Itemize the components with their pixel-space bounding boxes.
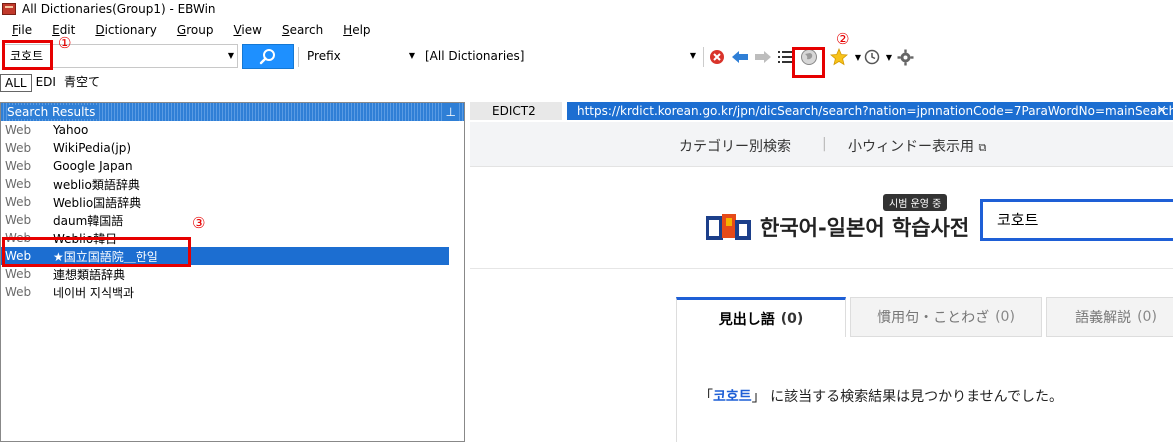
dictionary-tab-row: ALL EDI 青空て xyxy=(0,74,104,92)
result-row[interactable]: Web WikiPedia(jp) xyxy=(1,139,464,157)
result-source: Web xyxy=(5,159,32,173)
no-result-message: 「코호트」 に該当する検索結果は見つかりませんでした。 xyxy=(699,386,1063,406)
tab-idioms[interactable]: 慣用句・ことわざ (0) xyxy=(850,297,1042,337)
logo-text: 한국어-일본어 학습사전 xyxy=(760,216,970,240)
result-name: Weblio国語辞典 xyxy=(53,195,142,210)
result-row[interactable]: Web Google Japan xyxy=(1,157,464,175)
annotation-number-3: ③ xyxy=(192,214,206,232)
tab-edict2[interactable]: EDICT2 xyxy=(470,102,562,120)
result-row[interactable]: Web Yahoo xyxy=(1,121,464,139)
annotation-box-1 xyxy=(2,40,53,70)
panel-title: Search Results xyxy=(7,105,100,119)
tab-idioms-label: 慣用句・ことわざ xyxy=(877,310,990,326)
no-result-text: 」 に該当する検索結果は見つかりませんでした。 xyxy=(751,389,1063,405)
menu-group[interactable]: Group xyxy=(165,23,222,37)
beta-badge: 시범 운영 중 xyxy=(883,194,948,211)
chevron-down-icon: ▼ xyxy=(408,51,415,60)
menu-dictionary[interactable]: Dictionary xyxy=(83,23,165,37)
search-mode-value: Prefix xyxy=(307,49,341,63)
result-name: 連想類語辞典 xyxy=(53,267,126,282)
clock-icon[interactable] xyxy=(863,48,881,66)
result-source: Web xyxy=(5,195,32,209)
dict-tab-aozora[interactable]: 青空て xyxy=(60,74,104,92)
menu-help[interactable]: Help xyxy=(331,23,378,37)
search-icon xyxy=(259,48,275,64)
category-search-link[interactable]: カテゴリー別検索 xyxy=(679,136,791,156)
result-row[interactable]: Web 連想類語辞典 xyxy=(1,265,464,283)
result-name: weblio類語辞典 xyxy=(53,177,140,192)
result-name: Yahoo xyxy=(53,123,89,137)
result-row[interactable]: Web daum韓国語 xyxy=(1,211,464,229)
dictionary-logo[interactable]: 한국어-일본어 학습사전 xyxy=(706,212,969,242)
web-top-bar: カテゴリー別検索 | 小ウィンドー表示用 ⧉ xyxy=(470,122,1173,167)
dict-tab-all[interactable]: ALL xyxy=(0,74,32,92)
dictionary-group-select[interactable]: [All Dictionaries] ▼ xyxy=(420,44,700,68)
star-icon[interactable] xyxy=(830,48,848,66)
result-source: Web xyxy=(5,123,32,137)
menu-file[interactable]: File xyxy=(0,23,40,37)
tab-count: (0) xyxy=(780,310,804,327)
search-mode-select[interactable]: Prefix ▼ xyxy=(301,44,417,68)
search-button[interactable] xyxy=(242,44,294,69)
title-bar: All Dictionaries(Group1) - EBWin xyxy=(0,0,1173,18)
mini-window-link[interactable]: 小ウィンドー表示用 ⧉ xyxy=(848,136,986,156)
tab-headwords[interactable]: 見出し語 (0) xyxy=(676,297,846,337)
divider xyxy=(470,268,1173,269)
back-arrow-icon[interactable] xyxy=(731,48,749,66)
tab-definitions[interactable]: 語義解説 (0) xyxy=(1046,297,1173,337)
dictionary-search-input[interactable]: 코호트 xyxy=(980,199,1173,241)
forward-arrow-icon[interactable] xyxy=(754,48,772,66)
gear-icon[interactable] xyxy=(896,48,914,66)
result-name: 네이버 지식백과 xyxy=(53,285,135,300)
result-source: Web xyxy=(5,267,32,281)
tab-headwords-label: 見出し語 xyxy=(718,311,775,328)
search-term-link[interactable]: 코호트 xyxy=(713,389,752,405)
logo-mark-icon xyxy=(706,214,751,240)
toolbar: 코호트 ▼ Prefix ▼ [All Dictionaries] ▼ ▼ ▼ xyxy=(0,42,1173,72)
pin-icon[interactable]: ⊥ xyxy=(443,103,458,121)
window-title: All Dictionaries(Group1) - EBWin xyxy=(22,2,216,16)
annotation-box-3 xyxy=(2,237,191,267)
result-source: Web xyxy=(5,177,32,191)
result-row[interactable]: Web 네이버 지식백과 xyxy=(1,283,464,301)
dict-tab-edi[interactable]: EDI xyxy=(32,74,60,92)
result-name: WikiPedia(jp) xyxy=(53,141,132,155)
app-icon xyxy=(2,3,16,15)
chevron-down-icon[interactable]: ▼ xyxy=(228,45,234,67)
tab-count: (0) xyxy=(995,309,1015,325)
result-source: Web xyxy=(5,285,32,299)
result-name: daum韓国語 xyxy=(53,213,124,228)
annotation-box-2 xyxy=(792,47,825,78)
menu-search[interactable]: Search xyxy=(270,23,331,37)
result-source: Web xyxy=(5,141,32,155)
search-results-panel: Search Results ⊥ Web Yahoo Web WikiPedia(j… xyxy=(0,102,465,442)
chevron-down-icon: ▼ xyxy=(689,51,696,60)
result-row[interactable]: Web weblio類語辞典 xyxy=(1,175,464,193)
tab-definitions-label: 語義解説 xyxy=(1075,310,1132,326)
annotation-number-1: ① xyxy=(58,34,72,52)
menu-view[interactable]: View xyxy=(221,23,269,37)
toolbar-divider xyxy=(703,47,704,67)
menu-bar: File Edit Dictionary Group View Search H… xyxy=(0,20,379,40)
stop-icon[interactable] xyxy=(708,48,726,66)
tab-url-label: https://krdict.korean.go.kr/jpn/dicSearc… xyxy=(577,104,1173,118)
mini-window-label: 小ウィンドー表示用 xyxy=(848,139,974,155)
content-tab-bar: EDICT2 https://krdict.korean.go.kr/jpn/d… xyxy=(470,102,1173,120)
close-icon[interactable]: × xyxy=(1156,102,1167,120)
result-source: Web xyxy=(5,213,32,227)
quote-open: 「 xyxy=(699,389,713,405)
web-view: カテゴリー別検索 | 小ウィンドー表示用 ⧉ 한국어-일본어 학습사전 시범 운… xyxy=(470,122,1173,442)
tab-count: (0) xyxy=(1137,309,1157,325)
dictionary-group-value: [All Dictionaries] xyxy=(425,49,525,63)
toolbar-divider xyxy=(298,47,299,67)
result-row[interactable]: Web Weblio国語辞典 xyxy=(1,193,464,211)
external-window-icon: ⧉ xyxy=(978,141,987,154)
result-name: Google Japan xyxy=(53,159,133,173)
tab-web-url[interactable]: https://krdict.korean.go.kr/jpn/dicSearc… xyxy=(567,102,1173,120)
search-results-header: Search Results ⊥ xyxy=(1,103,464,121)
link-separator: | xyxy=(822,136,827,152)
annotation-number-2: ② xyxy=(836,30,850,48)
